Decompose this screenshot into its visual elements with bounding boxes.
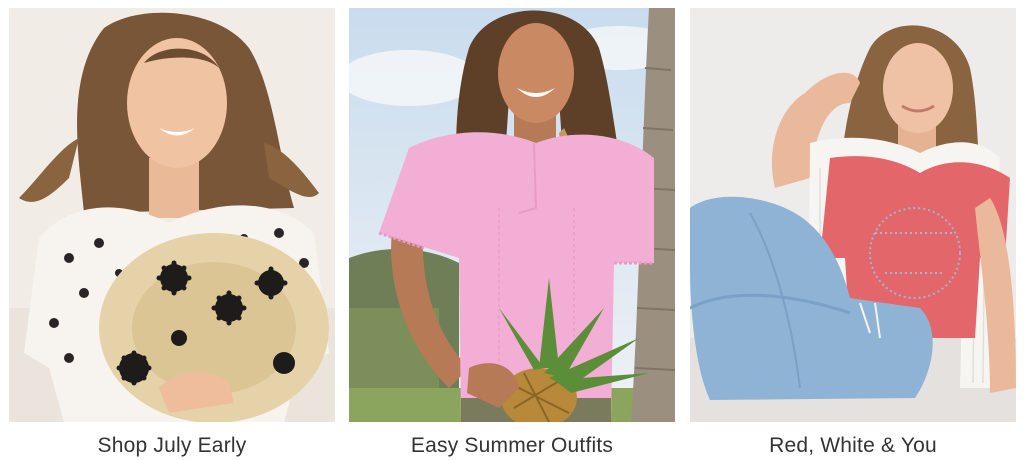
category-card-red-white-and-you[interactable]: Red, White & You (690, 8, 1016, 460)
category-caption[interactable]: Shop July Early (9, 432, 335, 460)
category-card-shop-july-early[interactable]: Shop July Early (9, 8, 335, 460)
category-caption[interactable]: Red, White & You (690, 432, 1016, 460)
category-caption[interactable]: Easy Summer Outfits (349, 432, 675, 460)
category-image-red-white-and-you[interactable] (690, 8, 1016, 422)
category-image-shop-july-early[interactable] (9, 8, 335, 422)
category-card-grid: Shop July Early Easy Summer Outfits Red,… (0, 0, 1024, 460)
category-image-easy-summer-outfits[interactable] (349, 8, 675, 422)
category-card-easy-summer-outfits[interactable]: Easy Summer Outfits (349, 8, 675, 460)
